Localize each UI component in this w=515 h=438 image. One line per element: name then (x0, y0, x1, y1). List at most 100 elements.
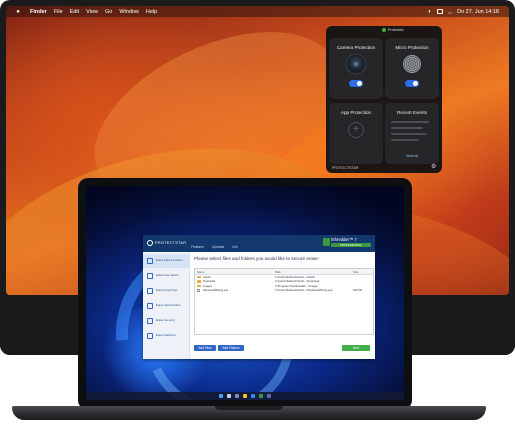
protectstar-menu-icon[interactable]: ◐ (428, 9, 432, 15)
file-table[interactable]: Name Path Size Cache C:\Users\TelebuchVo… (194, 268, 374, 335)
store-icon[interactable] (267, 394, 271, 398)
camera-toggle[interactable] (349, 80, 363, 87)
files-icon (147, 258, 153, 264)
add-folders-button[interactable]: Add Folders (218, 345, 244, 351)
wifi-icon[interactable]: ◡ (448, 9, 452, 15)
app-sidebar: Erase Files & Folders Erase Free Space E… (143, 252, 190, 359)
start-icon[interactable] (219, 394, 223, 398)
app-main: Please select files and folders you woul… (190, 252, 375, 359)
sidebar-item-erase-temp[interactable]: Erase Temp Files (143, 284, 189, 298)
table-row[interactable]: PasswordWiping.exe C:\Users\TelebuchVoic… (195, 289, 373, 293)
file-icon (197, 289, 201, 293)
app-logo-text: PROTECTSTAR (155, 241, 187, 245)
card-title: Recent Events (397, 110, 427, 115)
ishredder-window: PROTECTSTAR Features Updates Info iShred… (143, 235, 375, 359)
menu-file[interactable]: File (54, 9, 63, 15)
laptop-opening-notch (215, 406, 283, 410)
apple-icon[interactable]: ● (14, 9, 22, 15)
row-path: C:\Users\TelebuchVoice\...\PasswordWipin… (275, 289, 333, 292)
sidebar-item-erase-partitions[interactable]: Erase Partitions (143, 329, 189, 343)
app-nav: Features Updates Info (191, 245, 238, 249)
sidebar-item-erase-files[interactable]: Erase Files & Folders (143, 254, 189, 268)
temp-files-icon (147, 288, 153, 294)
product-name: iShredder™ 7 (331, 237, 357, 242)
instruction-text: Please select files and folders you woul… (194, 256, 320, 261)
task-view-icon[interactable] (235, 394, 239, 398)
folder-icon (197, 284, 201, 288)
protection-status: Protected (382, 28, 403, 32)
camera-icon (347, 55, 365, 73)
add-files-button[interactable]: Add Files (194, 345, 216, 351)
menu-app-name[interactable]: Finder (30, 9, 47, 15)
explorer-icon[interactable] (243, 394, 247, 398)
row-name: Cache (203, 275, 211, 279)
gear-icon[interactable]: ⚙ (431, 164, 436, 170)
menubar-clock[interactable]: Do 27. Jun 14:18 (457, 9, 499, 15)
protection-widget: Camera Protection Micro Protection App P… (326, 26, 442, 173)
status-dot-icon (382, 28, 386, 32)
menu-help[interactable]: Help (146, 9, 157, 15)
product-edition: PROFESSIONAL (331, 243, 371, 247)
row-name: PasswordWiping.exe (203, 289, 229, 292)
card-title: Micro Protection (395, 45, 429, 50)
menubar-status-area: ◐ ◡ Do 27. Jun 14:18 (428, 9, 499, 15)
camera-notch (232, 178, 258, 186)
add-icon[interactable]: + (348, 122, 364, 138)
micro-toggle[interactable] (405, 80, 419, 87)
row-name: images (203, 284, 212, 288)
view-all-link[interactable]: View all (385, 154, 439, 158)
sidebar-item-erase-free-space[interactable]: Erase Free Space (143, 269, 189, 283)
edge-icon[interactable] (251, 394, 255, 398)
app-logo: PROTECTSTAR (147, 240, 186, 246)
shield-icon (147, 318, 153, 324)
partition-icon (147, 333, 153, 339)
folder-icon (197, 275, 201, 279)
ishredder-badge-icon (323, 238, 330, 246)
row-size: 506 KB (353, 289, 362, 292)
micro-protection-card[interactable]: Micro Protection (385, 38, 439, 99)
nav-info[interactable]: Info (232, 245, 238, 249)
sidebar-item-label: Erase Internet Files (156, 303, 181, 308)
event-entry (391, 133, 427, 135)
sidebar-item-label: Erase Temp Files (156, 288, 178, 293)
app-protection-card[interactable]: App Protection + (329, 103, 383, 164)
column-header-size[interactable]: Size (353, 270, 358, 274)
row-path: C:\Users\TelebuchVoice\...\Download (275, 280, 320, 283)
recent-events-card[interactable]: Recent Events View all (385, 103, 439, 164)
sidebar-item-label: Erase Free Space (156, 273, 179, 278)
menu-go[interactable]: Go (105, 9, 112, 15)
event-entry (391, 121, 429, 123)
nav-features[interactable]: Features (191, 245, 204, 249)
drive-icon (147, 273, 153, 279)
card-title: Camera Protection (336, 45, 376, 50)
protectstar-logo-icon (147, 240, 153, 246)
folder-icon (197, 280, 201, 283)
search-icon[interactable] (227, 394, 231, 398)
product-brand: iShredder™ 7 PROFESSIONAL (331, 237, 371, 247)
sidebar-item-erase-securely[interactable]: Erase Securely (143, 314, 189, 328)
nav-updates[interactable]: Updates (212, 245, 224, 249)
menu-edit[interactable]: Edit (70, 9, 79, 15)
globe-icon (147, 303, 153, 309)
menu-view[interactable]: View (86, 9, 98, 15)
macos-menubar: ● Finder File Edit View Go Window Help ◐… (6, 6, 509, 17)
column-header-path[interactable]: Path (275, 270, 281, 274)
sidebar-item-label: Erase Files & Folders (156, 258, 183, 263)
widget-footer-brand: PROTECTSTAR (332, 166, 359, 170)
column-header-name[interactable]: Name (197, 270, 204, 274)
camera-protection-card[interactable]: Camera Protection (329, 38, 383, 99)
event-entry (391, 127, 423, 129)
sidebar-item-erase-internet[interactable]: Erase Internet Files (143, 299, 189, 313)
sidebar-item-label: Erase Partitions (156, 333, 176, 338)
microphone-icon (403, 55, 421, 73)
menu-window[interactable]: Window (119, 9, 139, 15)
card-title: App Protection (340, 110, 372, 115)
next-button[interactable]: Next (342, 345, 370, 351)
app-header: PROTECTSTAR Features Updates Info iShred… (143, 235, 375, 252)
row-name: Download (203, 280, 215, 283)
battery-icon[interactable] (436, 9, 443, 14)
row-path: C:\Users\TelebuchVoice\...\Cache (275, 275, 316, 279)
ishredder-taskbar-icon[interactable] (259, 394, 263, 398)
status-label: Protected (388, 28, 404, 32)
sidebar-item-label: Erase Securely (156, 318, 175, 323)
